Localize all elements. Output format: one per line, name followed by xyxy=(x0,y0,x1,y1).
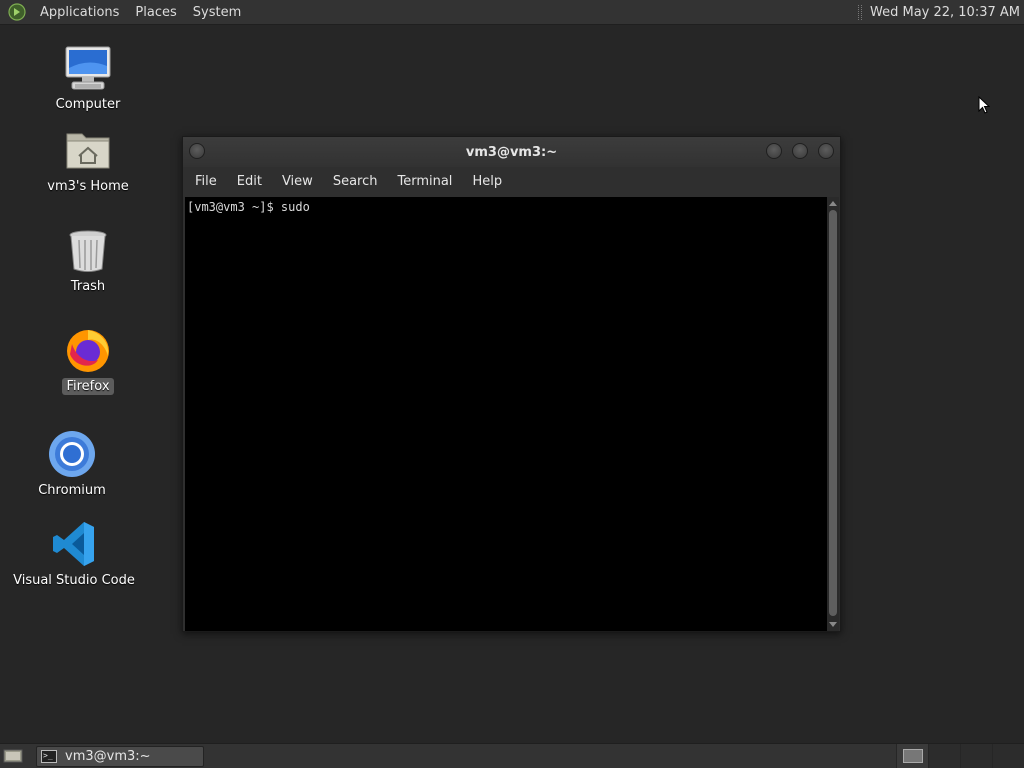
desktop-icon-label: Chromium xyxy=(38,483,106,498)
desktop-icon-vscode[interactable]: Visual Studio Code xyxy=(9,520,139,589)
desktop-icon-chromium[interactable]: Chromium xyxy=(7,430,137,499)
chromium-icon xyxy=(48,430,96,478)
show-desktop-icon[interactable] xyxy=(2,747,24,765)
workspace-window-preview xyxy=(902,748,923,763)
workspace-1[interactable] xyxy=(896,743,928,768)
home-folder-icon xyxy=(64,126,112,174)
places-menu[interactable]: Places xyxy=(127,0,184,25)
workspace-3[interactable] xyxy=(960,743,992,768)
workspace-4[interactable] xyxy=(992,743,1024,768)
applications-menu[interactable]: Applications xyxy=(32,0,127,25)
menu-file[interactable]: File xyxy=(185,174,227,189)
system-menu[interactable]: System xyxy=(185,0,249,25)
clock[interactable]: Wed May 22, 10:37 AM xyxy=(870,5,1024,20)
vscode-icon xyxy=(50,520,98,568)
computer-icon xyxy=(64,44,112,92)
trash-icon xyxy=(64,226,112,274)
close-button[interactable] xyxy=(818,143,834,159)
desktop-icon-label: Firefox xyxy=(62,378,114,395)
menu-view[interactable]: View xyxy=(272,174,323,189)
workspace-2[interactable] xyxy=(928,743,960,768)
terminal-icon: >_ xyxy=(41,749,57,763)
window-menu-button[interactable] xyxy=(189,143,205,159)
panel-handle xyxy=(858,4,862,20)
desktop-icon-label: Visual Studio Code xyxy=(13,573,135,588)
menu-help[interactable]: Help xyxy=(462,174,512,189)
terminal-output[interactable]: [vm3@vm3 ~]$ sudo xyxy=(185,197,827,631)
desktop-icon-home[interactable]: vm3's Home xyxy=(23,126,153,195)
mouse-pointer-icon xyxy=(978,96,990,114)
workspace-switcher xyxy=(896,743,1024,768)
scroll-up-arrow-icon[interactable] xyxy=(829,201,837,206)
desktop-icon-computer[interactable]: Computer xyxy=(23,44,153,113)
window-title: vm3@vm3:~ xyxy=(465,144,558,160)
minimize-button[interactable] xyxy=(766,143,782,159)
window-titlebar[interactable]: vm3@vm3:~ xyxy=(183,137,840,167)
scroll-down-arrow-icon[interactable] xyxy=(829,622,837,627)
taskbar-item-terminal[interactable]: >_ vm3@vm3:~ xyxy=(36,745,204,767)
terminal-scrollbar[interactable] xyxy=(827,197,839,631)
scrollbar-thumb[interactable] xyxy=(829,210,837,616)
terminal-window[interactable]: vm3@vm3:~ File Edit View Search Terminal… xyxy=(182,136,841,632)
desktop-icon-firefox[interactable]: Firefox xyxy=(23,326,153,395)
taskbar-item-label: vm3@vm3:~ xyxy=(65,748,151,764)
desktop-icon-label: vm3's Home xyxy=(47,179,129,194)
menu-terminal[interactable]: Terminal xyxy=(387,174,462,189)
desktop-icon-label: Trash xyxy=(70,279,106,294)
distro-logo-icon[interactable] xyxy=(8,3,26,21)
bottom-panel: >_ vm3@vm3:~ xyxy=(0,743,1024,768)
desktop-icon-trash[interactable]: Trash xyxy=(23,226,153,295)
menu-search[interactable]: Search xyxy=(323,174,388,189)
top-panel: Applications Places System Wed May 22, 1… xyxy=(0,0,1024,25)
maximize-button[interactable] xyxy=(792,143,808,159)
terminal-menubar: File Edit View Search Terminal Help xyxy=(183,167,840,196)
desktop-icon-label: Computer xyxy=(55,97,121,112)
firefox-icon xyxy=(64,326,112,374)
menu-edit[interactable]: Edit xyxy=(227,174,272,189)
